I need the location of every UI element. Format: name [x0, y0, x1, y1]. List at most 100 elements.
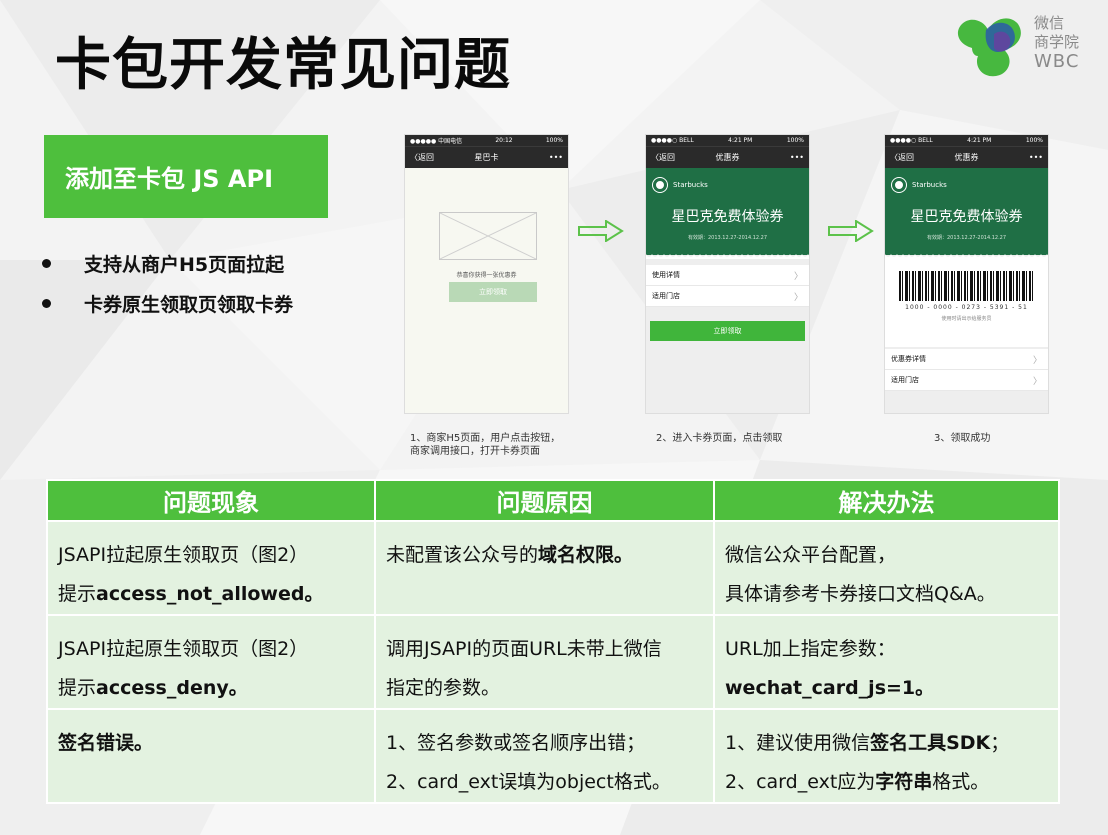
page-body: 恭喜你获得一张优惠券 立即领取 — [405, 168, 568, 413]
list-item-label: 适用门店 — [652, 292, 680, 300]
list-item-stores[interactable]: 适用门店 〉 — [646, 286, 809, 307]
cell-emphasis: 签名错误。 — [58, 732, 154, 754]
solution-cell: 微信公众平台配置， 具体请参考卡券接口文档Q&A。 — [713, 520, 1060, 616]
solution-cell: URL加上指定参数： wechat_card_js=1。 — [713, 614, 1060, 710]
table-row: JSAPI拉起原生领取页（图2） 提示access_not_allowed。 未… — [46, 520, 1060, 616]
list-item-usage-detail[interactable]: 使用详情 〉 — [646, 265, 809, 286]
bullet-text: 支持从商户H5页面拉起 — [84, 253, 285, 276]
congrats-message: 恭喜你获得一张优惠券 — [456, 272, 517, 279]
flow-arrow-icon — [578, 220, 624, 242]
nav-bar: 〈返回 星巴卡 ••• — [405, 146, 568, 168]
chevron-right-icon: 〉 — [793, 271, 803, 282]
slide-title: 卡包开发常见问题 — [55, 33, 511, 98]
column-header: 问题现象 — [46, 479, 376, 522]
cell-line: 微信公众平台配置， — [725, 544, 897, 566]
cell-line: URL加上指定参数： — [725, 638, 896, 660]
cell-line: 1、签名参数或签名顺序出错； — [386, 732, 646, 754]
bullet-dot-icon — [42, 298, 51, 308]
feature-bullets: 支持从商户H5页面拉起 卡券原生领取页领取卡券 — [42, 243, 293, 323]
barcode-icon — [899, 271, 1035, 301]
image-placeholder-icon — [439, 212, 537, 260]
cell-line: 2、card_ext应为字符串格式。 — [725, 763, 1048, 802]
cell-text: 提示 — [58, 677, 97, 699]
cell-line: JSAPI拉起原生领取页（图2） — [58, 638, 309, 660]
more-icon[interactable]: ••• — [549, 153, 563, 162]
battery-text: 100% — [1025, 137, 1043, 144]
barcode-number: 1000 - 0000 - 0273 - 5391 - 51 — [905, 304, 1028, 311]
table-header-row: 问题现象 问题原因 解决办法 — [46, 479, 1060, 522]
phone-screen-claimed: ●●●●○ BELL 4:21 PM 100% 〈返回 优惠券 ••• Star… — [884, 134, 1049, 414]
cell-line: 未配置该公众号的域名权限。 — [386, 536, 703, 575]
coupon-name: 星巴克免费体验券 — [910, 209, 1023, 225]
wbc-logo-mark — [957, 18, 1021, 77]
coupon-brand: Starbucks — [653, 178, 708, 192]
cause-cell: 未配置该公众号的域名权限。 — [374, 520, 715, 616]
cell-text: 未配置该公众号的 — [386, 544, 539, 566]
cause-cell: 调用JSAPI的页面URL未带上微信 指定的参数。 — [374, 614, 715, 710]
more-icon[interactable]: ••• — [790, 153, 804, 162]
barcode-note: 使用时请出示给服务员 — [941, 316, 992, 322]
wbc-logo: 微信 商学院 WBC — [950, 8, 1090, 84]
error-code: access_not_allowed。 — [96, 583, 324, 605]
bullet-text: 卡券原生领取页领取卡券 — [84, 293, 294, 316]
logo-line3: WBC — [1034, 51, 1080, 72]
flow-arrow-icon — [828, 220, 874, 242]
starbucks-logo-icon — [653, 178, 667, 192]
logo-line2: 商学院 — [1034, 33, 1080, 51]
cell-emphasis: 字符串 — [875, 771, 933, 793]
barcode-section: 1000 - 0000 - 0273 - 5391 - 51 使用时请出示给服务… — [885, 259, 1048, 347]
list-item-label: 适用门店 — [891, 376, 919, 384]
list-item-label: 使用详情 — [652, 271, 680, 279]
cell-emphasis: 签名工具SDK — [870, 732, 991, 754]
status-time: 20:12 — [495, 137, 513, 144]
cell-text: 1、建议使用微信 — [725, 732, 871, 754]
carrier-text: ●●●●○ BELL — [890, 137, 933, 144]
list-item-stores[interactable]: 适用门店 〉 — [885, 370, 1048, 391]
starbucks-logo-icon — [892, 178, 906, 192]
status-bar: ●●●●○ BELL 4:21 PM 100% — [646, 135, 809, 146]
back-button[interactable]: 〈返回 — [410, 152, 434, 163]
status-time: 4:21 PM — [967, 137, 992, 144]
battery-text: 100% — [545, 137, 563, 144]
symptom-cell: JSAPI拉起原生领取页（图2） 提示access_not_allowed。 — [46, 520, 376, 616]
column-header: 问题原因 — [374, 479, 715, 522]
list-item-coupon-detail[interactable]: 优惠券详情 〉 — [885, 349, 1048, 370]
phone-screen-merchant-page: ●●●●● 中国电信 20:12 100% 〈返回 星巴卡 ••• 恭喜你获得一… — [404, 134, 569, 414]
status-bar: ●●●●● 中国电信 20:12 100% — [405, 135, 568, 146]
carrier-text: ●●●●○ BELL — [651, 137, 694, 144]
cell-emphasis: wechat_card_js=1。 — [725, 677, 935, 699]
battery-text: 100% — [786, 137, 804, 144]
chevron-right-icon: 〉 — [1032, 376, 1042, 387]
cell-line: 2、card_ext误填为object格式。 — [386, 771, 671, 793]
bullet-dot-icon — [42, 258, 51, 268]
cell-line: 1、建议使用微信签名工具SDK； — [725, 724, 1048, 763]
bullet-item: 支持从商户H5页面拉起 — [42, 243, 293, 283]
status-time: 4:21 PM — [728, 137, 753, 144]
back-button[interactable]: 〈返回 — [651, 152, 675, 163]
coupon-edge — [646, 254, 809, 259]
cell-line: 调用JSAPI的页面URL未带上微信 — [386, 638, 662, 660]
claim-button[interactable]: 立即领取 — [650, 321, 805, 341]
brand-name: Starbucks — [912, 181, 947, 189]
coupon-card: Starbucks 星巴克免费体验券 有效期：2013.12.27-2014.1… — [885, 168, 1048, 259]
carrier-text: ●●●●● 中国电信 — [410, 138, 463, 145]
bullet-item: 卡券原生领取页领取卡券 — [42, 283, 293, 323]
chevron-right-icon: 〉 — [793, 292, 803, 303]
step-caption-1: 1、商家H5页面，用户点击按钮，商家调用接口，打开卡券页面 — [410, 433, 561, 457]
claim-button[interactable]: 立即领取 — [449, 282, 537, 302]
cell-text: 格式。 — [932, 771, 990, 793]
back-button[interactable]: 〈返回 — [890, 152, 914, 163]
step-caption-2: 2、进入卡券页面，点击领取 — [656, 433, 783, 444]
cell-line: JSAPI拉起原生领取页（图2） — [58, 544, 309, 566]
cell-emphasis: 域名权限。 — [538, 544, 634, 566]
symptom-cell: JSAPI拉起原生领取页（图2） 提示access_deny。 — [46, 614, 376, 710]
coupon-validity: 有效期：2013.12.27-2014.12.27 — [687, 235, 768, 241]
coupon-card: Starbucks 星巴克免费体验券 有效期：2013.12.27-2014.1… — [646, 168, 809, 259]
solution-cell: 1、建议使用微信签名工具SDK； 2、card_ext应为字符串格式。 — [713, 708, 1060, 804]
table-row: 签名错误。 1、签名参数或签名顺序出错； 2、card_ext误填为object… — [46, 708, 1060, 804]
coupon-name: 星巴克免费体验券 — [671, 209, 784, 225]
nav-bar: 〈返回 优惠券 ••• — [646, 146, 809, 168]
faq-table: 问题现象 问题原因 解决办法 JSAPI拉起原生领取页（图2） 提示access… — [46, 479, 1060, 804]
coupon-validity: 有效期：2013.12.27-2014.12.27 — [926, 235, 1007, 241]
more-icon[interactable]: ••• — [1029, 153, 1043, 162]
